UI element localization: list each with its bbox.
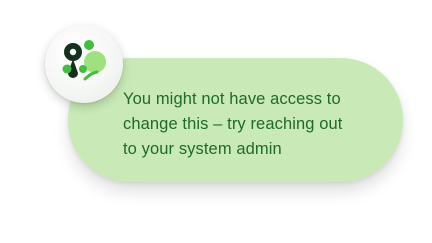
assistant-avatar [45, 25, 123, 103]
message-line-3: to your system admin [123, 140, 282, 158]
message-line-2: change this – try reaching out [123, 115, 343, 133]
brand-blob-logo-icon [62, 40, 106, 81]
access-message: You might not have access to change this… [123, 87, 373, 162]
message-line-1: You might not have access to [123, 90, 341, 108]
